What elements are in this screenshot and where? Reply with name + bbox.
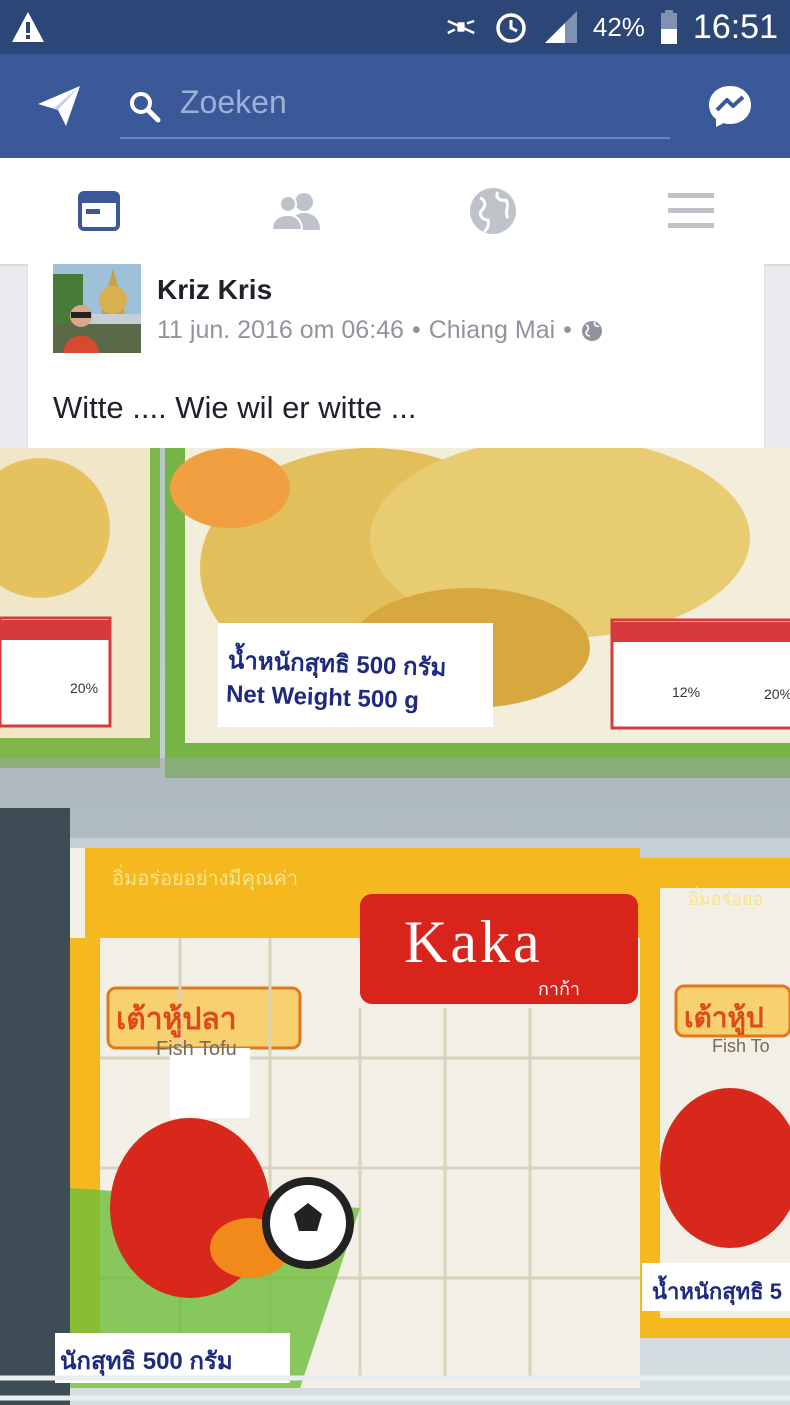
post-location[interactable]: Chiang Mai: [429, 316, 555, 345]
menu-icon: [668, 193, 714, 228]
signal-icon: [543, 9, 579, 45]
search-icon[interactable]: [128, 90, 162, 124]
top-right-percent-2: 20%: [764, 686, 790, 702]
globe-icon: [470, 188, 516, 234]
mute-icon: [443, 9, 479, 45]
messenger-icon[interactable]: [706, 82, 754, 130]
post-meta: 11 jun. 2016 om 06:46 • Chiang Mai •: [157, 316, 604, 345]
news-feed-icon: [78, 191, 120, 231]
tab-notifications[interactable]: [465, 184, 521, 238]
slogan-thai: อิ่มอร่อยอย่างมีคุณค่า: [112, 868, 299, 890]
meta-separator: •: [411, 316, 421, 344]
post-author[interactable]: Kriz Kris: [157, 274, 272, 306]
top-left-percent: 20%: [70, 680, 99, 696]
tab-menu[interactable]: [663, 184, 719, 238]
tab-news-feed[interactable]: [71, 184, 127, 238]
avatar[interactable]: [53, 264, 141, 353]
tab-bar: [0, 158, 790, 266]
bottom-weight-label-thai: นักสุทธิ 500 กรัม: [60, 1348, 233, 1375]
post-date[interactable]: 11 jun. 2016 om 06:46: [157, 316, 404, 345]
product-photo: [0, 448, 790, 1405]
right-weight-label-thai: น้ำหนักสุทธิ 5: [652, 1279, 782, 1304]
meta-separator: •: [563, 316, 572, 344]
post-card: Kriz Kris 11 jun. 2016 om 06:46 • Chiang…: [27, 264, 765, 448]
search-input[interactable]: Zoeken: [180, 84, 287, 121]
right-slogan-thai: อิ่มอร่อยอ: [688, 889, 764, 909]
tab-friends[interactable]: [268, 184, 324, 238]
friends-icon: [270, 193, 320, 231]
clock-time: 16:51: [692, 7, 778, 46]
right-product-thai: เต้าหู้ป: [684, 1002, 764, 1033]
post-photo[interactable]: น้ำหนักสุทธิ 500 กรัม Net Weight 500 g 2…: [0, 448, 790, 1405]
product-name-thai: เต้าหู้ปลา: [116, 1003, 237, 1036]
globe-icon: [581, 320, 602, 341]
right-product-en: Fish To: [712, 1036, 770, 1056]
search-underline: [120, 137, 670, 139]
battery-icon: [659, 9, 679, 45]
warning-icon: [12, 12, 44, 42]
post-text: Witte .... Wie wil er witte ...: [53, 390, 417, 425]
product-name-en: Fish Tofu: [156, 1038, 237, 1060]
alarm-icon: [493, 9, 529, 45]
top-right-percent-1: 12%: [672, 684, 701, 700]
top-weight-label-thai: น้ำหนักสุทธิ 500 กรัม: [227, 647, 447, 682]
send-icon[interactable]: [36, 84, 82, 128]
app-bar: Zoeken: [0, 54, 790, 158]
brand-logo-text: Kaka: [404, 909, 543, 975]
battery-percent: 42%: [592, 11, 645, 42]
brand-thai: กาก้า: [538, 979, 581, 999]
status-bar: 42% 16:51: [0, 0, 790, 54]
